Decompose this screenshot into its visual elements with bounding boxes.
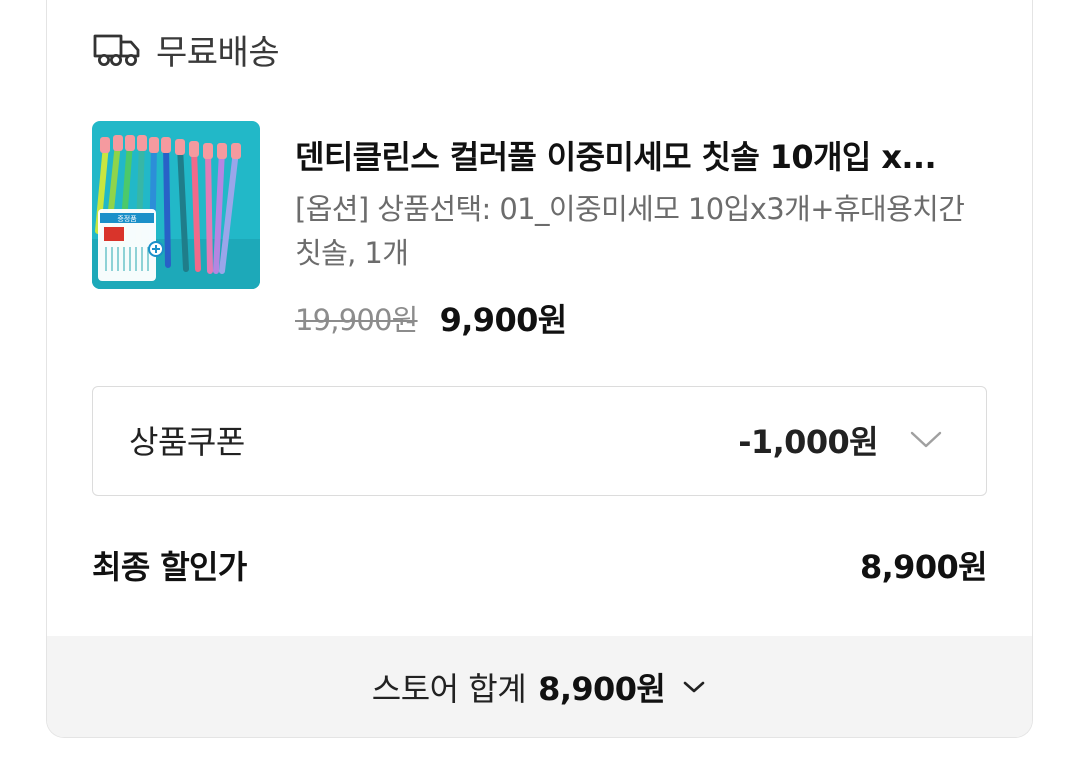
coupon-select[interactable]: 상품쿠폰 -1,000원 [92,386,987,496]
final-price-amount: 8,900원 [859,548,988,586]
truck-icon [93,34,140,66]
store-total-label: 스토어 합계 [371,670,527,708]
chevron-down-icon [910,431,942,448]
thumbnail-badge: 증정품 [117,214,137,223]
store-order-card: 스토어 합계 8,900원 [46,0,1033,738]
product-thumbnail[interactable]: 증정품 [92,121,260,289]
price-row: 19,900원 9,900원 [295,295,567,341]
product-option: [옵션] 상품선택: 01_이중미세모 10입x3개+휴대용치간칫솔, 1개 [295,192,965,270]
final-price-label: 최종 할인가 [92,548,247,586]
coupon-amount: -1,000원 [738,423,878,461]
original-price: 19,900원 [295,303,418,337]
product-title[interactable]: 덴티클린스 컬러풀 이중미세모 칫솔 10개입 x... [295,132,990,178]
sale-price: 9,900원 [439,301,568,339]
chevron-down-icon [683,681,705,693]
coupon-label: 상품쿠폰 [129,423,245,461]
store-total-amount: 8,900원 [538,670,666,708]
store-total-toggle[interactable]: 스토어 합계 8,900원 [47,636,1032,737]
shipping-label: 무료배송 [156,32,280,73]
product-image: 증정품 [92,121,260,289]
shipping-info: 무료배송 [92,26,280,73]
